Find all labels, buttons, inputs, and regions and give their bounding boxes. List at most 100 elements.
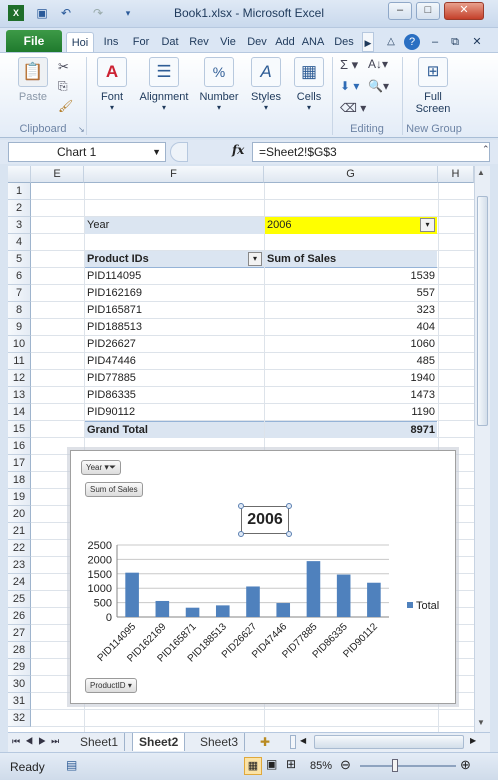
normal-view-icon[interactable]: ▦ [244, 757, 262, 775]
fill-icon[interactable]: ⬇ ▾ [340, 79, 359, 93]
clear-icon[interactable]: ⌫ ▾ [340, 101, 366, 115]
alignment-button[interactable]: ☰ Alignment ▾ [136, 57, 192, 112]
zoom-level[interactable]: 85% [310, 760, 332, 772]
pivot-sales-value: 1060 [410, 338, 435, 350]
pivot-product-id: PID86335 [87, 389, 136, 401]
page-break-view-icon[interactable]: ⊞ [286, 757, 296, 771]
clipboard-launcher-icon[interactable]: ↘ [78, 125, 85, 134]
horizontal-scroll-thumb[interactable] [314, 735, 464, 749]
name-box-value: Chart 1 [57, 145, 97, 159]
cut-icon[interactable]: ✂ [58, 59, 69, 75]
y-tick-label: 500 [94, 598, 112, 610]
expand-formula-bar-icon[interactable]: ⌃ [482, 144, 490, 155]
close-button[interactable]: ✕ [444, 2, 484, 20]
chevron-down-icon: ▾ [263, 103, 268, 112]
paste-icon: 📋 [18, 57, 48, 87]
font-button[interactable]: A Font ▾ [92, 57, 132, 112]
sheet-navigation-icons[interactable]: ⏮◀▶⏭ [12, 736, 64, 747]
pivot-sales-value: 557 [416, 287, 435, 299]
filter-dropdown-icon[interactable]: ▾ [420, 218, 435, 232]
pivot-product-id: PID90112 [87, 406, 136, 418]
group-label-clipboard: Clipboard [19, 123, 67, 135]
scroll-right-icon[interactable]: ▶ [470, 736, 476, 745]
workbook-restore-icon[interactable]: ⧉ [448, 32, 462, 52]
tab-addins[interactable]: Add [273, 32, 297, 52]
number-button[interactable]: % Number ▾ [196, 57, 242, 112]
sheet-tab-3[interactable]: Sheet3 [194, 733, 246, 751]
tab-insert[interactable]: Ins [98, 32, 124, 52]
tab-design[interactable]: Des [330, 32, 358, 52]
collapse-ribbon-icon[interactable]: △ [384, 32, 398, 52]
grand-total-value: 8971 [265, 421, 437, 438]
zoom-in-icon[interactable]: ⊕ [460, 757, 471, 773]
scroll-down-icon[interactable]: ▼ [477, 718, 485, 727]
cells-button[interactable]: ▦ Cells ▾ [290, 57, 328, 112]
workbook-close-icon[interactable]: ✕ [470, 32, 484, 52]
worksheet-grid[interactable]: E F G H 1 2 3 4 5 6 7 8 9 10 11 12 13 14 15 16 17 18 19 20 2… [8, 166, 474, 732]
alignment-icon: ☰ [149, 57, 179, 87]
tab-analyze[interactable]: ANA [300, 32, 326, 52]
bar [215, 605, 230, 617]
zoom-slider-track[interactable] [360, 765, 456, 767]
format-painter-icon[interactable]: 🖌 [58, 99, 73, 113]
tab-split-handle[interactable] [290, 735, 296, 749]
scroll-up-icon[interactable]: ▲ [477, 168, 485, 177]
copy-icon[interactable]: ⎘ [58, 79, 68, 94]
ribbon: 📋 Paste ✂ ⎘ 🖌 Clipboard A Font ▾ ☰ Align… [0, 52, 498, 138]
sheet-tab-1[interactable]: Sheet1 [74, 733, 126, 751]
find-select-icon[interactable]: 🔍▾ [368, 79, 389, 93]
full-screen-icon: ⊞ [418, 57, 448, 87]
autosum-icon[interactable]: Σ ▾ [340, 57, 358, 73]
chevron-down-icon: ▾ [216, 103, 221, 112]
full-screen-button[interactable]: ⊞ Full Screen [410, 57, 456, 115]
y-tick-label: 0 [106, 612, 112, 624]
y-tick-label: 1500 [88, 569, 112, 581]
chevron-down-icon[interactable]: ▼ [152, 143, 161, 161]
zoom-slider-thumb[interactable] [392, 759, 398, 772]
file-tab[interactable]: File [6, 30, 62, 52]
tab-scroll-right-icon[interactable]: ▶ [362, 32, 374, 52]
vertical-scroll-thumb[interactable] [477, 196, 488, 426]
tab-data[interactable]: Dat [157, 32, 183, 52]
paste-button[interactable]: 📋 Paste [14, 57, 52, 103]
formula-input[interactable]: =Sheet2!$G$3 [252, 142, 490, 162]
pivot-sales-value: 485 [416, 355, 435, 367]
group-separator [332, 57, 333, 135]
chart-productid-field-button[interactable]: ProductID ▾ [85, 678, 137, 693]
insert-function-icon[interactable]: fx [232, 143, 244, 157]
tab-home[interactable]: Hoi [66, 32, 94, 52]
ribbon-tab-row: File Hoi Ins For Dat Rev Vie Dev Add ANA… [0, 28, 498, 52]
year-filter-value[interactable]: 2006 [265, 217, 437, 234]
sheet-tab-2-active[interactable]: Sheet2 [132, 733, 186, 751]
scroll-left-icon[interactable]: ◀ [300, 736, 306, 745]
minimize-button[interactable]: – [388, 2, 412, 20]
pivot-product-id: PID114095 [87, 270, 142, 282]
row-label-dropdown-icon[interactable]: ▾ [248, 252, 262, 266]
bar [125, 572, 139, 617]
insert-sheet-icon[interactable]: ✚ [260, 735, 270, 749]
tab-view[interactable]: Vie [215, 32, 241, 52]
bar [306, 561, 321, 617]
status-bar: Ready ▤ ▦ ▣ ⊞ 85% ⊖ ⊕ [0, 752, 498, 780]
zoom-out-icon[interactable]: ⊖ [340, 757, 351, 773]
macro-record-icon[interactable]: ▤ [66, 758, 77, 772]
page-layout-view-icon[interactable]: ▣ [266, 757, 277, 771]
chevron-down-icon: ▾ [161, 103, 166, 112]
font-label: Font [100, 91, 123, 103]
header-product-ids: Product IDs [85, 251, 264, 268]
formula-bar-splitter[interactable] [170, 142, 188, 162]
tab-developer[interactable]: Dev [244, 32, 270, 52]
pivot-product-id: PID188513 [87, 321, 143, 333]
sort-filter-icon[interactable]: A↓▾ [368, 57, 388, 71]
pivot-product-id: PID165871 [87, 304, 143, 316]
tab-format[interactable]: For [128, 32, 154, 52]
pivot-chart[interactable]: Year ▾⏷ Sum of Sales 2006 0 500 1000 1500 20… [70, 450, 456, 704]
name-box[interactable]: Chart 1 ▼ [8, 142, 166, 162]
maximize-button[interactable]: □ [416, 2, 440, 20]
workbook-minimize-icon[interactable]: – [428, 32, 442, 52]
bar [246, 586, 260, 617]
tab-review[interactable]: Rev [186, 32, 212, 52]
styles-button[interactable]: A Styles ▾ [246, 57, 286, 112]
vertical-scrollbar[interactable]: ▲ ▼ [474, 166, 490, 732]
help-icon[interactable]: ? [404, 34, 420, 50]
